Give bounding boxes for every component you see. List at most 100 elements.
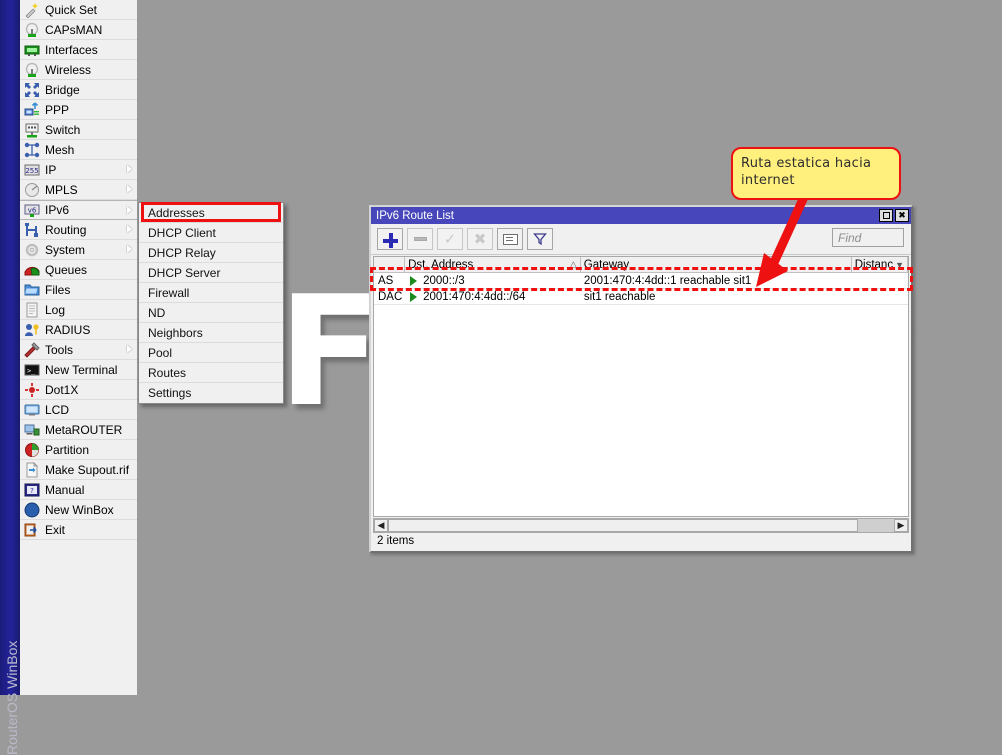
route-active-arrow-icon: [410, 291, 418, 302]
submenu-item-label: Neighbors: [148, 325, 203, 340]
window-titlebar[interactable]: IPv6 Route List ✖: [371, 207, 911, 224]
antenna-icon: [24, 62, 40, 78]
sidebar-item-bridge[interactable]: Bridge: [20, 80, 137, 100]
sidebar-item-exit[interactable]: Exit: [20, 520, 137, 540]
sidebar-item-radius[interactable]: RADIUS: [20, 320, 137, 340]
sidebar-item-switch[interactable]: Switch: [20, 120, 137, 140]
table-column-headers: Dst. Address △ Gateway Distanc ▼: [374, 257, 908, 273]
item-count-label: 2 items: [377, 535, 415, 547]
submenu-item-label: Firewall: [148, 285, 190, 300]
lcd-icon: [24, 402, 40, 418]
column-header-label: Dst. Address: [408, 258, 474, 271]
sidebar-item-label: IPv6: [45, 203, 70, 217]
route-dst-address: 2000::/3: [423, 274, 465, 287]
tools-icon: [24, 341, 40, 358]
annotation-callout: Ruta estatica hacia internet: [731, 147, 901, 200]
routing-icon: [24, 222, 40, 238]
wand-icon: [24, 2, 40, 18]
sidebar-item-metarouter[interactable]: MetaROUTER: [20, 420, 137, 440]
submenu-item-dhcp-client[interactable]: DHCP Client: [139, 223, 283, 243]
sidebar-item-label: Interfaces: [45, 42, 98, 57]
submenu-item-nd[interactable]: ND: [139, 303, 283, 323]
column-header-dst-address[interactable]: Dst. Address △: [405, 257, 581, 272]
submenu-item-addresses[interactable]: Addresses: [139, 203, 283, 223]
sidebar-item-log[interactable]: Log: [20, 300, 137, 320]
sidebar-item-dot1x[interactable]: Dot1X: [20, 380, 137, 400]
table-row[interactable]: AS 2000::/3 2001:470:4:4dd::1 reachable si…: [374, 273, 908, 289]
route-dst-address: 2001:470:4:4dd::/64: [423, 290, 526, 303]
sidebar-item-label: PPP: [45, 102, 70, 117]
scrollbar-thumb[interactable]: [388, 519, 858, 532]
disable-route-button[interactable]: ✖: [467, 228, 493, 250]
horizontal-scrollbar[interactable]: ◀ ▶: [373, 518, 909, 533]
sidebar-item-mesh[interactable]: Mesh: [20, 140, 137, 160]
sidebar-item-queues[interactable]: Queues: [20, 260, 137, 280]
column-header-label: Gateway: [583, 258, 630, 271]
scrollbar-track[interactable]: [858, 519, 894, 532]
bridge-icon: [24, 82, 40, 98]
remove-route-button[interactable]: [407, 228, 433, 250]
comment-button[interactable]: [497, 228, 523, 250]
sidebar-item-label: Partition: [45, 442, 90, 457]
add-route-button[interactable]: [377, 228, 403, 250]
column-header-flags[interactable]: [374, 257, 406, 272]
submenu-item-settings[interactable]: Settings: [139, 383, 283, 403]
sidebar-item-routing[interactable]: Routing: [20, 220, 137, 240]
sidebar-item-label: Log: [45, 302, 66, 317]
sidebar-item-quick-set[interactable]: Quick Set: [20, 0, 137, 20]
chevron-right-icon: [127, 225, 132, 233]
sidebar-item-tools[interactable]: Tools: [20, 340, 137, 360]
route-active-arrow-icon: [410, 275, 418, 286]
sidebar-item-new-terminal[interactable]: >_ New Terminal: [20, 360, 137, 380]
radius-user-icon: [24, 322, 40, 338]
close-icon[interactable]: ✖: [895, 209, 909, 222]
submenu-item-firewall[interactable]: Firewall: [139, 283, 283, 303]
column-menu-icon[interactable]: ▼: [895, 260, 904, 270]
sidebar-item-mpls[interactable]: MPLS: [20, 180, 137, 200]
submenu-item-routes[interactable]: Routes: [139, 363, 283, 383]
sidebar-item-system[interactable]: System: [20, 240, 137, 260]
sidebar-item-label: New Terminal: [45, 362, 118, 377]
table-row[interactable]: DAC 2001:470:4:4dd::/64 sit1 reachable: [374, 289, 908, 305]
column-header-gateway[interactable]: Gateway: [581, 257, 852, 272]
column-header-label: Distanc: [854, 258, 894, 271]
ipv6-submenu: Addresses DHCP Client DHCP Relay DHCP Serve…: [138, 202, 284, 404]
sidebar-item-ppp[interactable]: PPP: [20, 100, 137, 120]
submenu-item-neighbors[interactable]: Neighbors: [139, 323, 283, 343]
sidebar-item-ip[interactable]: 255 IP: [20, 160, 137, 180]
queues-icon: [24, 262, 40, 278]
sidebar-item-new-winbox[interactable]: New WinBox: [20, 500, 137, 520]
sidebar-item-wireless[interactable]: Wireless: [20, 60, 137, 80]
sidebar-item-partition[interactable]: Partition: [20, 440, 137, 460]
sidebar-item-make-supout-rif[interactable]: Make Supout.rif: [20, 460, 137, 480]
sidebar-item-manual[interactable]: ? Manual: [20, 480, 137, 500]
enable-route-button[interactable]: ✓: [437, 228, 463, 250]
sidebar-item-lcd[interactable]: LCD: [20, 400, 137, 420]
submenu-item-dhcp-relay[interactable]: DHCP Relay: [139, 243, 283, 263]
sidebar-item-label: Wireless: [45, 62, 92, 77]
svg-text:v6: v6: [28, 207, 37, 215]
submenu-item-dhcp-server[interactable]: DHCP Server: [139, 263, 283, 283]
column-header-distanc[interactable]: Distanc ▼: [852, 257, 908, 272]
submenu-item-pool[interactable]: Pool: [139, 343, 283, 363]
sidebar-item-ipv6[interactable]: v6 IPv6: [20, 200, 137, 220]
search-input[interactable]: Find: [832, 228, 904, 247]
route-flags: AS: [378, 274, 394, 287]
sidebar-item-capsman[interactable]: CAPsMAN: [20, 20, 137, 40]
sort-ascending-icon: △: [569, 259, 577, 269]
sidebar-item-interfaces[interactable]: Interfaces: [20, 40, 137, 60]
sidebar-item-label: Mesh: [45, 142, 75, 157]
terminal-icon: >_: [24, 362, 40, 378]
sidebar-item-files[interactable]: Files: [20, 280, 137, 300]
sidebar-item-label: Manual: [45, 482, 85, 497]
log-icon: [24, 302, 40, 318]
sidebar-item-label: MetaROUTER: [45, 422, 123, 437]
sidebar-item-label: Queues: [45, 262, 88, 277]
scroll-right-icon[interactable]: ▶: [894, 519, 908, 532]
filter-button[interactable]: [527, 228, 553, 250]
sidebar-item-label: System: [45, 242, 86, 257]
scroll-left-icon[interactable]: ◀: [374, 519, 388, 532]
route-dst-address-cell: 2000::/3: [405, 273, 581, 288]
sidebar-item-label: LCD: [45, 402, 70, 417]
maximize-icon[interactable]: [879, 209, 893, 222]
